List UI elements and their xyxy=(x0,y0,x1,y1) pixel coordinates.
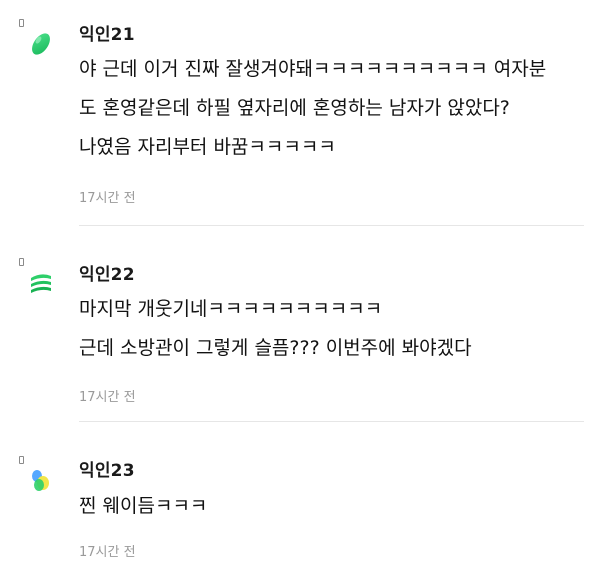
comment-line: 도 혼영같은데 하필 옆자리에 혼영하는 남자가 앉았다? xyxy=(79,97,510,119)
comment-timestamp: 17시간 전 xyxy=(79,545,136,560)
green-stacked-lines-icon[interactable] xyxy=(26,268,56,298)
commenter-name[interactable]: 익인23 xyxy=(79,456,135,481)
comment-line: 나였음 자리부터 바꿈ㅋㅋㅋㅋㅋ xyxy=(79,136,336,158)
comment-line: 근데 소방관이 그렇게 슬픔??? 이번주에 봐야겠다 xyxy=(79,337,472,359)
green-oval-icon[interactable] xyxy=(26,29,56,59)
commenter-name[interactable]: 익인22 xyxy=(79,260,135,285)
comment-item: 익인21 야 근데 이거 진짜 잘생겨야돼ㅋㅋㅋㅋㅋㅋㅋㅋㅋㅋ 여자분 도 혼영… xyxy=(0,0,600,226)
comment-item: 익인23 찐 웨이듬ㅋㅋㅋ 17시간 전 xyxy=(0,422,600,580)
comment-timestamp: 17시간 전 xyxy=(79,390,136,405)
comment-marker-icon xyxy=(19,456,24,464)
comment-body: 찐 웨이듬ㅋㅋㅋ xyxy=(79,487,589,526)
comment-item: 익인22 마지막 개웃기네ㅋㅋㅋㅋㅋㅋㅋㅋㅋㅋ 근데 소방관이 그렇게 슬픔??… xyxy=(0,226,600,422)
comment-timestamp: 17시간 전 xyxy=(79,191,136,206)
comment-line: 야 근데 이거 진짜 잘생겨야돼ㅋㅋㅋㅋㅋㅋㅋㅋㅋㅋ 여자분 xyxy=(79,58,547,80)
comment-line: 찐 웨이듬ㅋㅋㅋ xyxy=(79,495,208,517)
commenter-name[interactable]: 익인21 xyxy=(79,20,135,45)
comment-body: 야 근데 이거 진짜 잘생겨야돼ㅋㅋㅋㅋㅋㅋㅋㅋㅋㅋ 여자분 도 혼영같은데 하… xyxy=(79,50,589,167)
comment-body: 마지막 개웃기네ㅋㅋㅋㅋㅋㅋㅋㅋㅋㅋ 근데 소방관이 그렇게 슬픔??? 이번주… xyxy=(79,290,589,368)
comment-line: 마지막 개웃기네ㅋㅋㅋㅋㅋㅋㅋㅋㅋㅋ xyxy=(79,298,383,320)
comment-marker-icon xyxy=(19,19,24,27)
comment-marker-icon xyxy=(19,258,24,266)
blue-yellow-green-blob-icon[interactable] xyxy=(26,466,56,496)
